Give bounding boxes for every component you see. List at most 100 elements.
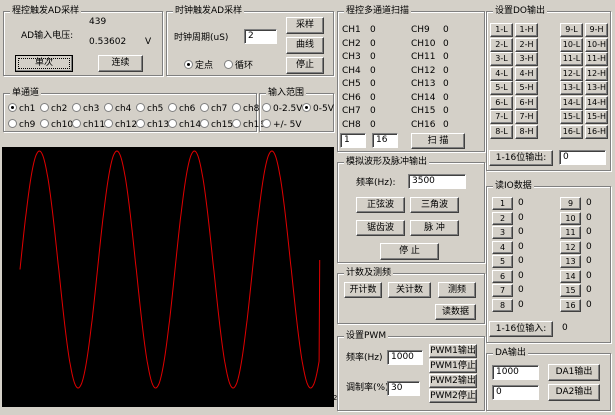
do-button-7-h[interactable]: 7-H <box>515 110 538 124</box>
loop-radio[interactable]: 循环 <box>224 60 253 72</box>
close-count-button[interactable]: 关计数 <box>388 282 431 298</box>
channel-radio-ch5[interactable]: ch5 <box>136 103 163 115</box>
do-button-6-h[interactable]: 6-H <box>515 95 538 110</box>
do-button-12-l[interactable]: 12-L <box>560 66 583 81</box>
io-bit-button[interactable]: 1 <box>492 197 513 210</box>
do-button-3-l[interactable]: 3-L <box>490 52 513 66</box>
channel-radio-ch12[interactable]: ch12 <box>104 119 137 131</box>
io-bit-button[interactable]: 16 <box>560 298 581 312</box>
do-button-14-h[interactable]: 14-H <box>585 95 608 110</box>
channel-radio-ch8[interactable]: ch8 <box>232 103 259 115</box>
do-button-1-h[interactable]: 1-H <box>515 23 538 37</box>
channel-radio-ch10[interactable]: ch10 <box>40 119 73 131</box>
do-button-16-l[interactable]: 16-L <box>560 124 583 139</box>
pwm-freq-input[interactable]: 1000 <box>387 350 423 365</box>
io-bit-button[interactable]: 9 <box>560 197 581 210</box>
channel-radio-ch15[interactable]: ch15 <box>200 119 233 131</box>
do-button-11-h[interactable]: 11-H <box>585 52 608 66</box>
io-bit-button[interactable]: 8 <box>492 298 513 312</box>
io-bit-button[interactable]: 10 <box>560 211 581 225</box>
do-button-5-l[interactable]: 5-L <box>490 81 513 95</box>
channel-radio-ch11[interactable]: ch11 <box>72 119 105 131</box>
output-16bit-input[interactable]: 0 <box>559 150 606 165</box>
channel-radio-ch14[interactable]: ch14 <box>168 119 201 131</box>
io-bit-button[interactable]: 6 <box>492 269 513 283</box>
channel-radio-ch13[interactable]: ch13 <box>136 119 169 131</box>
io-bit-button[interactable]: 5 <box>492 255 513 268</box>
scan-button[interactable]: 扫 描 <box>411 133 465 149</box>
channel-radio-ch1[interactable]: ch1 <box>8 103 35 115</box>
range-0-5v-radio[interactable]: 0-5V <box>302 103 334 115</box>
do-button-7-l[interactable]: 7-L <box>490 110 513 124</box>
read-data-button[interactable]: 读数据 <box>435 304 476 320</box>
do-button-4-h[interactable]: 4-H <box>515 66 538 81</box>
da1-output-button[interactable]: DA1输出 <box>548 364 600 381</box>
da2-output-button[interactable]: DA2输出 <box>548 384 600 401</box>
sawtooth-button[interactable]: 锯齿波 <box>356 220 405 236</box>
pwm1-stop-button[interactable]: PWM1停止 <box>429 359 477 373</box>
triangle-button[interactable]: 三角波 <box>410 197 459 213</box>
do-button-9-l[interactable]: 9-L <box>560 23 583 37</box>
do-button-13-l[interactable]: 13-L <box>560 81 583 95</box>
io-bit-button[interactable]: 7 <box>492 284 513 297</box>
do-button-1-l[interactable]: 1-L <box>490 23 513 37</box>
single-sample-button[interactable]: 单次 <box>15 55 73 72</box>
pwm-duty-input[interactable]: 30 <box>387 381 420 396</box>
do-button-13-h[interactable]: 13-H <box>585 81 608 95</box>
do-button-2-l[interactable]: 2-L <box>490 37 513 52</box>
do-button-10-h[interactable]: 10-H <box>585 37 608 52</box>
pwm1-output-button[interactable]: PWM1输出 <box>429 344 477 358</box>
scan-from-input[interactable]: 1 <box>340 133 366 148</box>
channel-radio-ch9[interactable]: ch9 <box>8 119 35 131</box>
curve-button[interactable]: 曲线 <box>286 37 324 54</box>
do-button-8-h[interactable]: 8-H <box>515 124 538 139</box>
io-bit-button[interactable]: 4 <box>492 240 513 254</box>
sine-button[interactable]: 正弦波 <box>356 197 405 213</box>
do-button-6-l[interactable]: 6-L <box>490 95 513 110</box>
da2-value-input[interactable]: 0 <box>492 385 539 400</box>
wave-freq-input[interactable]: 3500 <box>408 174 466 189</box>
do-button-9-h[interactable]: 9-H <box>585 23 608 37</box>
start-count-button[interactable]: 开计数 <box>344 282 382 298</box>
scan-to-input[interactable]: 16 <box>372 133 398 148</box>
pwm2-output-button[interactable]: PWM2输出 <box>429 374 477 388</box>
output-16bit-button[interactable]: 1-16位输出: <box>489 150 553 166</box>
freq-measure-button[interactable]: 测频 <box>438 282 476 298</box>
continuous-button[interactable]: 连续 <box>98 55 143 72</box>
range-0-2.5v-radio[interactable]: 0-2.5V <box>262 103 302 115</box>
io-bit-button[interactable]: 2 <box>492 211 513 225</box>
do-button-10-l[interactable]: 10-L <box>560 37 583 52</box>
pulse-button[interactable]: 脉 冲 <box>410 220 459 236</box>
stop-sample-button[interactable]: 停止 <box>286 57 324 74</box>
pwm2-stop-button[interactable]: PWM2停止 <box>429 389 477 403</box>
do-button-12-h[interactable]: 12-H <box>585 66 608 81</box>
sample-button[interactable]: 采样 <box>286 17 324 34</box>
io-bit-button[interactable]: 13 <box>560 255 581 268</box>
do-button-3-h[interactable]: 3-H <box>515 52 538 66</box>
channel-radio-ch7[interactable]: ch7 <box>200 103 227 115</box>
da1-value-input[interactable]: 1000 <box>492 365 539 380</box>
channel-radio-ch6[interactable]: ch6 <box>168 103 195 115</box>
do-button-15-l[interactable]: 15-L <box>560 110 583 124</box>
io-bit-button[interactable]: 12 <box>560 240 581 254</box>
clock-period-input[interactable]: 2 <box>244 29 277 44</box>
do-button-15-h[interactable]: 15-H <box>585 110 608 124</box>
fixed-point-radio[interactable]: 定点 <box>184 60 213 72</box>
do-button-16-h[interactable]: 16-H <box>585 124 608 139</box>
io-bit-button[interactable]: 3 <box>492 226 513 239</box>
do-button-14-l[interactable]: 14-L <box>560 95 583 110</box>
input-16bit-button[interactable]: 1-16位输入: <box>489 321 553 337</box>
wave-stop-button[interactable]: 停 止 <box>380 243 439 260</box>
do-button-11-l[interactable]: 11-L <box>560 52 583 66</box>
io-bit-button[interactable]: 11 <box>560 226 581 239</box>
channel-radio-ch2[interactable]: ch2 <box>40 103 67 115</box>
io-bit-button[interactable]: 14 <box>560 269 581 283</box>
do-button-8-l[interactable]: 8-L <box>490 124 513 139</box>
do-button-2-h[interactable]: 2-H <box>515 37 538 52</box>
io-bit-button[interactable]: 15 <box>560 284 581 297</box>
channel-radio-ch4[interactable]: ch4 <box>104 103 131 115</box>
do-button-5-h[interactable]: 5-H <box>515 81 538 95</box>
do-button-4-l[interactable]: 4-L <box>490 66 513 81</box>
channel-radio-ch3[interactable]: ch3 <box>72 103 99 115</box>
range-pm5v-radio[interactable]: +/- 5V <box>262 119 302 131</box>
